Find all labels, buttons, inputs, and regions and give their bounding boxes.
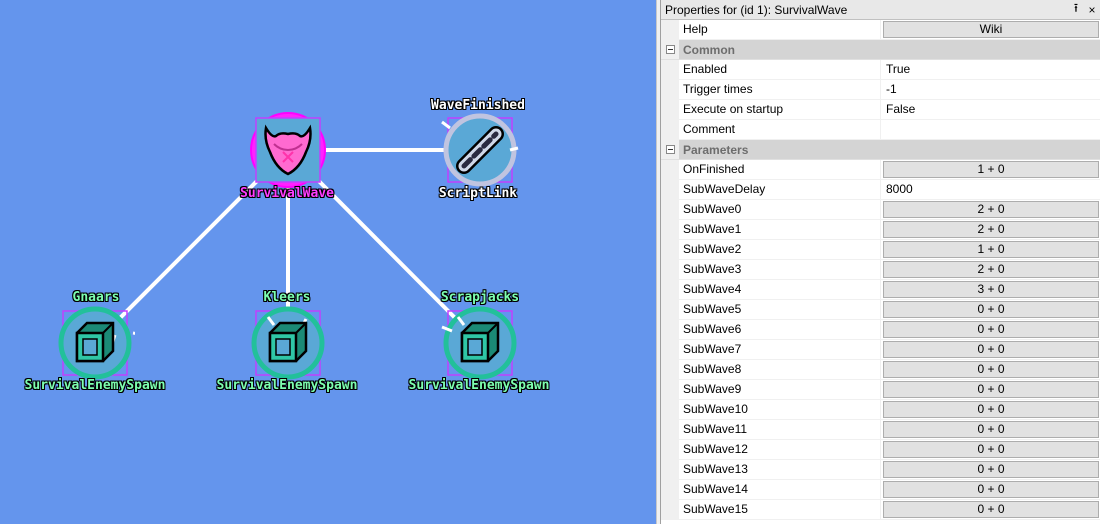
script-canvas[interactable]: SurvivalWave WaveFinished ScriptLink Gna…: [0, 0, 656, 524]
gnaars-spawn-node[interactable]: [55, 303, 135, 383]
scrapjacks-label: SurvivalEnemySpawn: [408, 378, 550, 393]
property-value-button[interactable]: 0 + 0: [883, 301, 1099, 318]
property-name: Enabled: [679, 60, 881, 79]
property-row-subwave10[interactable]: SubWave10 0 + 0: [661, 400, 1100, 420]
property-row-subwave2[interactable]: SubWave2 1 + 0: [661, 240, 1100, 260]
property-name: SubWave3: [679, 260, 881, 279]
property-value-button[interactable]: 1 + 0: [883, 241, 1099, 258]
kleers-label: SurvivalEnemySpawn: [216, 378, 358, 393]
survival-wave-node[interactable]: [248, 110, 328, 190]
property-row-subwave6[interactable]: SubWave6 0 + 0: [661, 320, 1100, 340]
property-value-button[interactable]: 0 + 0: [883, 381, 1099, 398]
property-value-button[interactable]: 2 + 0: [883, 201, 1099, 218]
property-name: SubWave1: [679, 220, 881, 239]
survival-wave-label: SurvivalWave: [240, 186, 334, 201]
property-name: Execute on startup: [679, 100, 881, 119]
property-name: SubWave11: [679, 420, 881, 439]
properties-title: Properties for (id 1): SurvivalWave: [665, 2, 848, 17]
property-name: Comment: [679, 120, 881, 139]
property-value-button[interactable]: 0 + 0: [883, 421, 1099, 438]
script-link-node[interactable]: [440, 110, 520, 190]
kleers-spawn-node[interactable]: [248, 303, 328, 383]
property-value-button[interactable]: 0 + 0: [883, 321, 1099, 338]
gnaars-label: SurvivalEnemySpawn: [24, 378, 166, 393]
property-value-button[interactable]: 0 + 0: [883, 401, 1099, 418]
cube-icon: [75, 321, 115, 363]
collapse-icon[interactable]: [665, 145, 675, 154]
property-name: SubWave8: [679, 360, 881, 379]
link-lines: [93, 148, 482, 345]
property-value-button[interactable]: 2 + 0: [883, 221, 1099, 238]
property-value-button[interactable]: 0 + 0: [883, 461, 1099, 478]
close-icon[interactable]: ×: [1084, 3, 1100, 17]
property-row-subwave5[interactable]: SubWave5 0 + 0: [661, 300, 1100, 320]
property-row-onfinished[interactable]: OnFinished 1 + 0: [661, 160, 1100, 180]
collapse-icon[interactable]: [665, 45, 675, 54]
property-name: SubWave13: [679, 460, 881, 479]
script-link-label: ScriptLink: [438, 186, 518, 201]
property-value-button[interactable]: 0 + 0: [883, 361, 1099, 378]
property-row-subwave9[interactable]: SubWave9 0 + 0: [661, 380, 1100, 400]
property-value[interactable]: [881, 120, 1100, 139]
property-name: SubWave15: [679, 500, 881, 519]
property-name: OnFinished: [679, 160, 881, 179]
property-row-subwave15[interactable]: SubWave15 0 + 0: [661, 500, 1100, 520]
property-row-subwave7[interactable]: SubWave7 0 + 0: [661, 340, 1100, 360]
property-name: SubWave6: [679, 320, 881, 339]
category-label: Common: [679, 40, 1100, 59]
property-row-execute-on-startup[interactable]: Execute on startup False: [661, 100, 1100, 120]
property-value-button[interactable]: 0 + 0: [883, 441, 1099, 458]
property-value-button[interactable]: 0 + 0: [883, 501, 1099, 518]
property-name: SubWave14: [679, 480, 881, 499]
category-parameters[interactable]: Parameters: [661, 140, 1100, 160]
property-row-subwave3[interactable]: SubWave3 2 + 0: [661, 260, 1100, 280]
property-value-button[interactable]: 0 + 0: [883, 341, 1099, 358]
property-value-button[interactable]: 0 + 0: [883, 481, 1099, 498]
properties-panel: Properties for (id 1): SurvivalWave ⭱ × …: [660, 0, 1100, 524]
property-name: SubWave12: [679, 440, 881, 459]
property-value[interactable]: -1: [881, 80, 1100, 99]
property-row-help: Help Wiki: [661, 20, 1100, 40]
property-row-enabled[interactable]: Enabled True: [661, 60, 1100, 80]
property-grid: Help Wiki Common Enabled True Trigger ti…: [661, 20, 1100, 520]
property-row-comment[interactable]: Comment: [661, 120, 1100, 140]
property-value-button[interactable]: 1 + 0: [883, 161, 1099, 178]
property-name: SubWave9: [679, 380, 881, 399]
property-row-subwave13[interactable]: SubWave13 0 + 0: [661, 460, 1100, 480]
property-name: Trigger times: [679, 80, 881, 99]
property-row-subwave8[interactable]: SubWave8 0 + 0: [661, 360, 1100, 380]
wiki-button[interactable]: Wiki: [883, 21, 1099, 38]
properties-title-bar: Properties for (id 1): SurvivalWave ⭱ ×: [661, 0, 1100, 20]
property-row-subwave4[interactable]: SubWave4 3 + 0: [661, 280, 1100, 300]
property-value[interactable]: True: [881, 60, 1100, 79]
property-name: SubWaveDelay: [679, 180, 881, 199]
cube-icon: [268, 321, 308, 363]
property-row-subwave14[interactable]: SubWave14 0 + 0: [661, 480, 1100, 500]
cube-icon: [460, 321, 500, 363]
pin-icon[interactable]: ⭱: [1068, 0, 1084, 20]
property-value[interactable]: False: [881, 100, 1100, 119]
property-name: SubWave4: [679, 280, 881, 299]
property-name: SubWave10: [679, 400, 881, 419]
property-value[interactable]: 8000: [881, 180, 1100, 199]
property-name: SubWave5: [679, 300, 881, 319]
scrapjacks-spawn-node[interactable]: [440, 303, 520, 383]
property-row-trigger-times[interactable]: Trigger times -1: [661, 80, 1100, 100]
property-row-subwave11[interactable]: SubWave11 0 + 0: [661, 420, 1100, 440]
property-row-subwavedelay[interactable]: SubWaveDelay 8000: [661, 180, 1100, 200]
property-row-subwave1[interactable]: SubWave1 2 + 0: [661, 220, 1100, 240]
category-common[interactable]: Common: [661, 40, 1100, 60]
category-label: Parameters: [679, 140, 1100, 159]
property-value-button[interactable]: 3 + 0: [883, 281, 1099, 298]
property-value-button[interactable]: 2 + 0: [883, 261, 1099, 278]
property-row-subwave0[interactable]: SubWave0 2 + 0: [661, 200, 1100, 220]
property-name: SubWave7: [679, 340, 881, 359]
property-row-subwave12[interactable]: SubWave12 0 + 0: [661, 440, 1100, 460]
property-name: Help: [679, 20, 881, 39]
property-name: SubWave0: [679, 200, 881, 219]
property-name: SubWave2: [679, 240, 881, 259]
